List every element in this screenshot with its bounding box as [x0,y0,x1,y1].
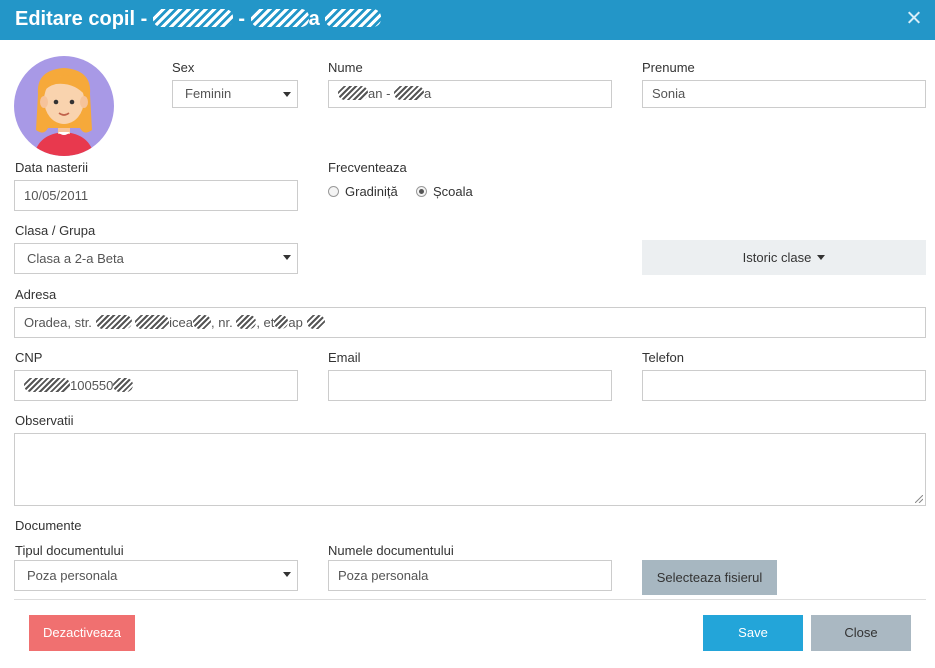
radio-circle-icon[interactable] [328,186,339,197]
dialog-title: Editare copil - - a [15,8,382,31]
observatii-textarea[interactable] [14,433,926,506]
footer-divider [14,599,926,600]
tip-document-select[interactable]: Poza personala [14,560,298,591]
prenume-label: Prenume [642,60,695,75]
prenume-input[interactable]: Sonia [642,80,926,108]
avatar [14,56,114,156]
radio-scoala[interactable]: Școala [416,184,473,199]
data-nasterii-label: Data nasterii [15,160,88,175]
redacted-text [135,315,170,329]
deactivate-button[interactable]: Dezactiveaza [29,615,135,651]
nume-document-input[interactable]: Poza personala [328,560,612,591]
girl-avatar-icon [34,68,94,156]
resize-handle-icon[interactable] [915,495,923,503]
cnp-label: CNP [15,350,43,365]
email-input[interactable] [328,370,612,401]
redacted-text [325,9,382,27]
tip-document-label: Tipul documentului [15,543,124,558]
redacted-text [236,315,257,329]
redacted-text [95,315,132,329]
redacted-text [193,315,212,329]
birthdate-input[interactable]: 10/05/2011 [14,180,298,211]
close-button[interactable]: Close [811,615,911,651]
documente-section-label: Documente [15,518,82,533]
nume-label: Nume [328,60,363,75]
radio-gradinita[interactable]: Gradiniță [328,184,398,199]
telefon-label: Telefon [642,350,684,365]
telefon-input[interactable] [642,370,926,401]
frecventeaza-label: Frecventeaza [328,160,407,175]
redacted-text [152,9,233,27]
istoric-clase-button[interactable]: Istoric clase [642,240,926,275]
save-button[interactable]: Save [703,615,803,651]
redacted-text [274,315,289,329]
caret-down-icon [817,255,826,260]
close-icon[interactable] [905,9,923,27]
nume-input[interactable]: an - a [328,80,612,108]
redacted-text [250,9,309,27]
adresa-input[interactable]: Oradea, str. icea, nr. , et ap [14,307,926,338]
redacted-text [394,86,425,100]
redacted-text [338,86,368,100]
redacted-text [306,315,325,329]
nume-document-label: Numele documentului [328,543,454,558]
observatii-label: Observatii [15,413,74,428]
sex-label: Sex [172,60,195,75]
clasa-select[interactable]: Clasa a 2-a Beta [14,243,298,274]
dialog-header: Editare copil - - a [0,0,935,40]
select-file-button[interactable]: Selecteaza fisierul [642,560,777,595]
adresa-label: Adresa [15,287,57,302]
sex-select[interactable]: Feminin [172,80,298,108]
clasa-label: Clasa / Grupa [15,223,96,238]
email-label: Email [328,350,361,365]
radio-selected-icon[interactable] [416,186,427,197]
redacted-text [113,378,134,392]
cnp-input[interactable]: 100550 [14,370,298,401]
redacted-text [24,378,70,392]
